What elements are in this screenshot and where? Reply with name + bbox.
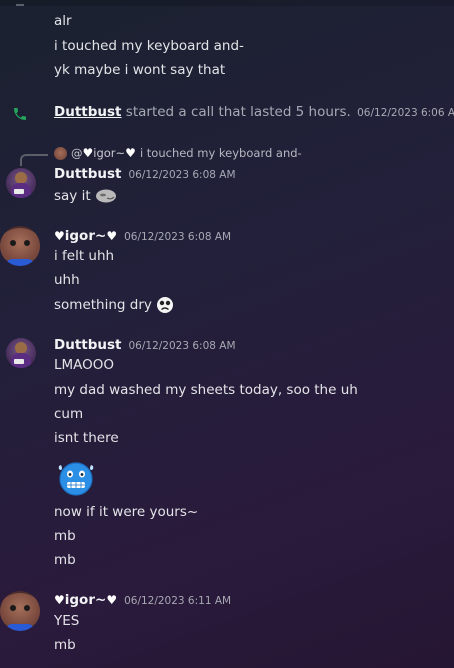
divider [16,4,24,6]
heart-icon: ♥ [125,146,136,160]
heart-icon: ♥ [106,229,118,243]
message-text: isnt there [54,430,119,446]
chat-log: alr i touched my keyboard and- yk maybe … [0,0,454,668]
message-header: Duttbust 06/12/2023 6:08 AM [54,337,236,353]
reply-avatar [54,146,67,160]
call-author-name[interactable]: Duttbust [54,104,122,120]
reply-text: i touched my keyboard and- [139,146,302,160]
heart-icon: ♥ [82,146,94,160]
author-name[interactable]: Duttbust [54,337,122,353]
timestamp: 06/12/2023 6:08 AM [128,340,236,352]
heart-icon: ♥ [106,593,118,607]
heart-icon: ♥ [54,593,65,607]
timestamp: 06/12/2023 6:08 AM [128,169,236,181]
avatar[interactable] [0,591,40,631]
message-text: my dad washed my sheets today, soo the u… [54,382,358,398]
message-text: mb [54,528,76,544]
smirk-emoji-icon [95,189,116,203]
phone-icon [14,108,26,120]
avatar[interactable] [0,226,40,266]
timestamp: 06/12/2023 6:11 AM [124,595,232,607]
author-name[interactable]: ♥igor~♥ [54,592,117,608]
message-text: now if it were yours~ [54,504,199,520]
message-header: Duttbust 06/12/2023 6:08 AM [54,166,236,182]
heart-icon: ♥ [54,229,65,243]
message-text: something dry [54,296,174,314]
cold-sweat-emoji-icon [58,462,94,496]
author-name[interactable]: ♥igor~♥ [54,228,117,244]
message-text: mb [54,637,76,653]
message-text: YES [54,613,80,629]
message-text: LMAOOO [54,357,115,373]
message-text: i felt uhh [54,248,115,264]
message-text: alr [54,13,72,29]
reply-reference[interactable]: @♥igor~♥ i touched my keyboard and- [54,146,302,160]
message-text: say it [54,187,117,205]
call-system-message: Duttbust started a call that lasted 5 ho… [54,104,454,120]
message-header: ♥igor~♥ 06/12/2023 6:08 AM [54,228,231,244]
scroll-edge [0,0,454,6]
message-text: mb [54,552,76,568]
message-text: uhh [54,272,80,288]
message-text: cum [54,406,84,422]
avatar[interactable] [6,338,36,368]
message-text: yk maybe i wont say that [54,62,226,78]
author-name[interactable]: Duttbust [54,166,122,182]
avatar[interactable] [6,168,36,198]
reply-connector [20,154,48,166]
timestamp: 06/12/2023 6:08 AM [124,231,232,243]
crying-face-emoji-icon [157,297,174,313]
call-timestamp: 06/12/2023 6:06 AM [357,107,454,119]
reply-author[interactable]: @♥igor~♥ [71,146,136,160]
message-text: i touched my keyboard and- [54,38,244,54]
call-text: started a call that lasted 5 hours. [125,104,351,120]
message-header: ♥igor~♥ 06/12/2023 6:11 AM [54,592,231,608]
